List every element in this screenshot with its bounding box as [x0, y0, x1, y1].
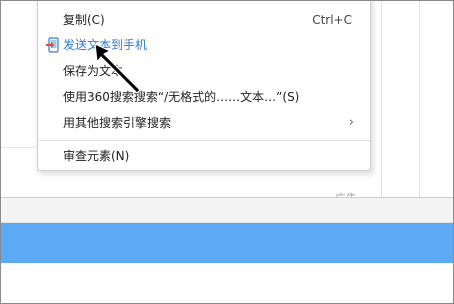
menu-item-search-360[interactable]: 使用360搜索搜索“/无格式的……文本…”(S)	[38, 85, 370, 109]
send-to-phone-icon	[46, 37, 59, 53]
menu-item-send-to-phone[interactable]: 发送文本到手机	[38, 33, 370, 57]
menu-item-inspect[interactable]: 审查元素(N)	[38, 144, 370, 168]
menu-item-save-as-text[interactable]: 保存为文本	[38, 59, 370, 83]
page-divider	[419, 1, 420, 197]
context-menu: 复制(C) Ctrl+C 发送文本到手机 保存为文本 使用360搜索搜索“/无格…	[37, 1, 371, 171]
menu-item-label: 复制(C)	[63, 13, 105, 27]
menu-item-copy[interactable]: 复制(C) Ctrl+C	[38, 8, 370, 32]
menu-separator	[38, 140, 370, 141]
browser-page: 广告 复制(C) Ctrl+C 发送文本到手机 保存为文本 使用360搜索搜索“…	[0, 0, 454, 304]
page-content	[1, 263, 453, 303]
menu-item-label: 审查元素(N)	[63, 149, 130, 163]
menu-item-label: 发送文本到手机	[63, 38, 148, 52]
page-divider	[381, 1, 382, 197]
menu-item-other-search[interactable]: 用其他搜索引擎搜索 ›	[38, 111, 370, 135]
page-divider	[1, 147, 37, 148]
shortcut-label: Ctrl+C	[312, 13, 352, 27]
blue-banner	[1, 223, 453, 263]
chevron-right-icon: ›	[348, 115, 354, 130]
menu-item-label: 用其他搜索引擎搜索	[63, 116, 172, 130]
menu-item-label: 保存为文本	[63, 64, 124, 78]
menu-item-label: 使用360搜索搜索“/无格式的……文本…”(S)	[63, 90, 300, 104]
gray-bar	[1, 198, 453, 223]
